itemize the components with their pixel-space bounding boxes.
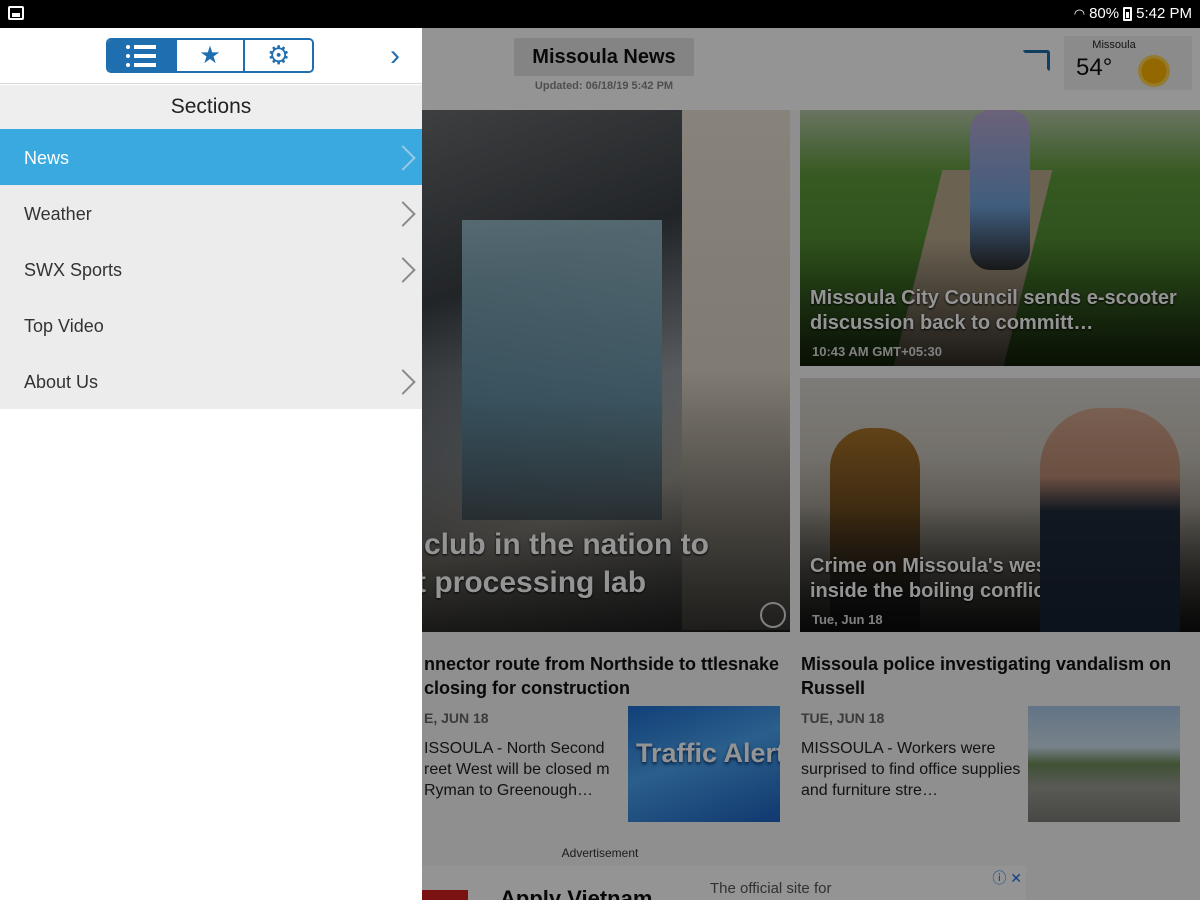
status-bar: ◠ 80% 5:42 PM [0, 0, 1200, 28]
chevron-right-icon [398, 142, 414, 172]
sidebar-item-label: News [24, 148, 70, 168]
navigation-drawer: ★ ⚙ › Sections News Weather SWX Sports T… [0, 28, 422, 900]
section-list: News Weather SWX Sports Top Video About … [0, 129, 422, 409]
clock: 5:42 PM [1136, 5, 1192, 22]
sidebar-item-weather[interactable]: Weather [0, 185, 422, 241]
tab-sections[interactable] [108, 40, 175, 71]
tab-settings[interactable]: ⚙ [243, 40, 312, 71]
sections-header: Sections [0, 85, 422, 129]
star-icon: ★ [199, 42, 221, 69]
sidebar-item-label: Weather [24, 204, 92, 224]
gallery-notification-icon [8, 6, 24, 20]
sidebar-item-label: Top Video [24, 316, 104, 336]
gear-icon: ⚙ [267, 40, 291, 70]
sidebar-item-top-video[interactable]: Top Video [0, 297, 422, 353]
chevron-right-icon [398, 198, 414, 228]
sidebar-item-news[interactable]: News [0, 129, 422, 185]
drawer-toolbar: ★ ⚙ › [0, 28, 422, 84]
battery-icon [1123, 6, 1133, 21]
chevron-right-icon [398, 366, 414, 396]
status-indicators: ◠ 80% 5:42 PM [1074, 5, 1192, 22]
sidebar-item-swx-sports[interactable]: SWX Sports [0, 241, 422, 297]
wifi-icon: ◠ [1073, 5, 1086, 21]
sidebar-item-about-us[interactable]: About Us [0, 353, 422, 409]
chevron-right-icon[interactable]: › [382, 41, 408, 72]
tab-favorites[interactable]: ★ [174, 40, 244, 71]
sidebar-item-label: SWX Sports [24, 260, 123, 280]
chevron-right-icon [398, 254, 414, 284]
sidebar-item-label: About Us [24, 372, 99, 392]
drawer-tab-group: ★ ⚙ [106, 38, 314, 73]
list-icon [126, 44, 157, 67]
battery-percent: 80% [1089, 5, 1120, 22]
